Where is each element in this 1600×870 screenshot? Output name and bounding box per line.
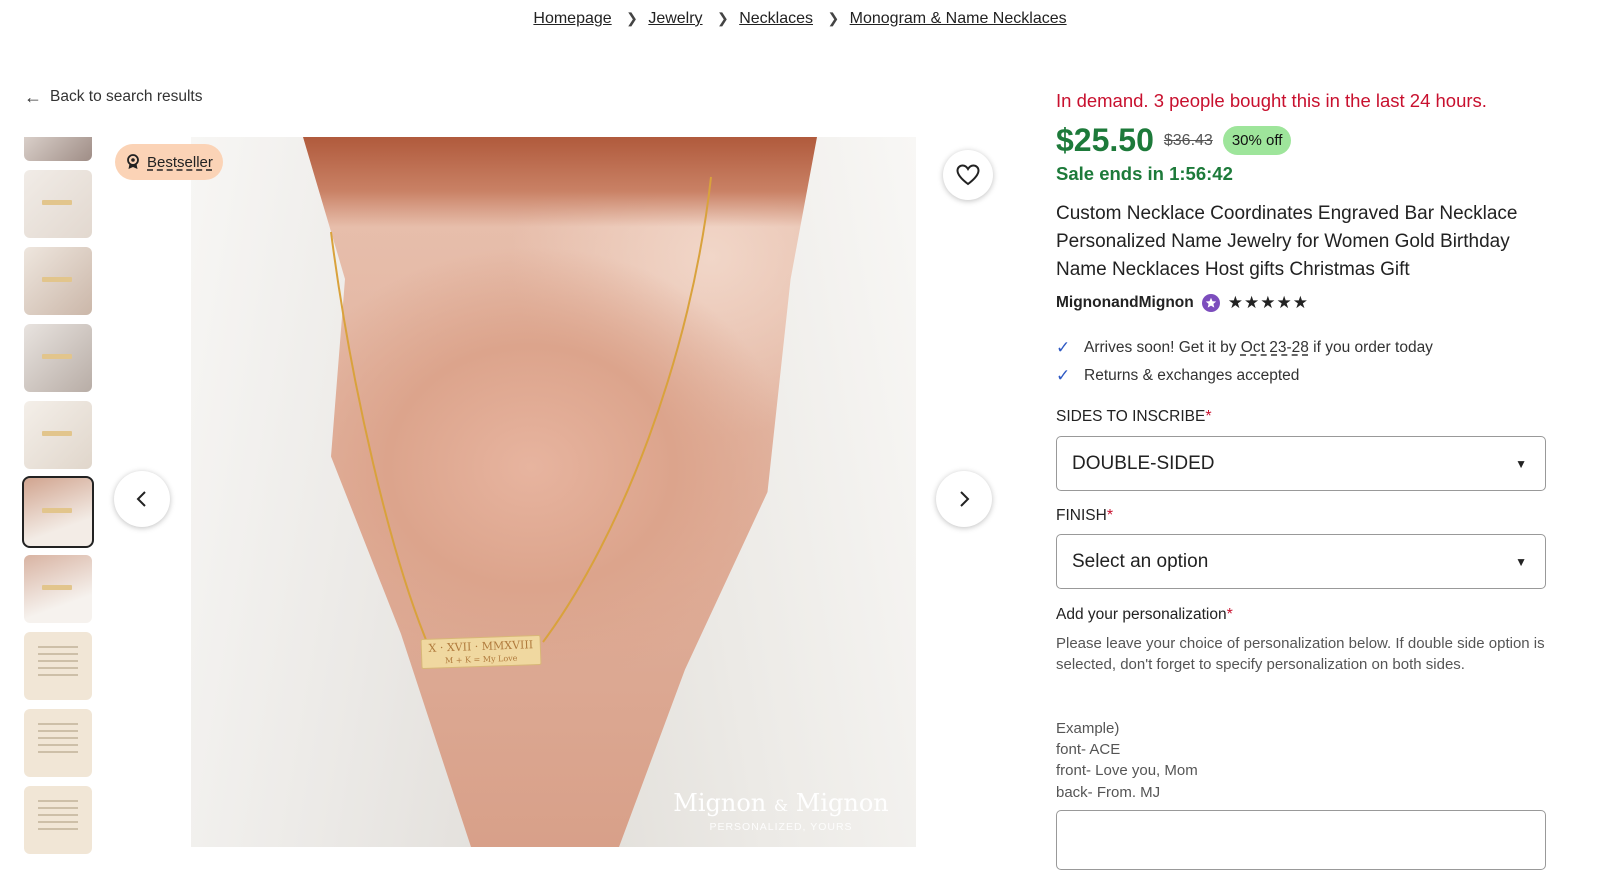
caret-down-icon: ▼ (1515, 554, 1527, 569)
next-image-button[interactable] (936, 471, 992, 527)
thumbnail-5[interactable] (24, 401, 92, 469)
back-to-search-link[interactable]: ← Back to search results (24, 88, 202, 106)
required-mark: * (1226, 606, 1233, 623)
personalization-help: Please leave your choice of personalizat… (1056, 635, 1545, 674)
breadcrumb-homepage[interactable]: Homepage (533, 10, 611, 27)
arrow-left-icon: ← (24, 87, 42, 107)
finish-selected-value: Select an option (1072, 550, 1209, 572)
bestseller-badge[interactable]: Bestseller (115, 144, 223, 180)
watermark-brand-right: Mignon (795, 789, 889, 817)
brand-watermark: Mignon & Mignon PERSONALIZED, YOURS (631, 789, 916, 833)
chevron-left-icon (136, 491, 146, 507)
thumbnail-10[interactable] (24, 786, 92, 854)
sides-label: SIDES TO INSCRIBE* (1056, 408, 1212, 426)
example-line: back- From. MJ (1056, 783, 1161, 801)
watermark-amp: & (773, 796, 789, 815)
finish-select[interactable]: Select an option ▼ (1056, 534, 1546, 589)
arrival-info: ✓ Arrives soon! Get it by Oct 23-28 if y… (1056, 338, 1433, 358)
heart-icon (956, 164, 980, 186)
returns-info: ✓ Returns & exchanges accepted (1056, 366, 1299, 386)
thumbnail-3[interactable] (24, 247, 92, 315)
star-seller-icon (1201, 294, 1220, 312)
price-row: $25.50 $36.43 30% off (1056, 122, 1292, 159)
sides-select[interactable]: DOUBLE-SIDED ▼ (1056, 436, 1546, 491)
required-mark: * (1106, 507, 1114, 524)
award-icon (127, 154, 139, 169)
demand-notice: In demand. 3 people bought this in the l… (1056, 90, 1487, 111)
arrives-suffix: if you order today (1313, 339, 1433, 356)
thumbnail-1[interactable] (24, 137, 92, 161)
discount-badge: 30% off (1222, 126, 1292, 155)
breadcrumb-jewelry[interactable]: Jewelry (648, 10, 702, 27)
breadcrumb-necklaces[interactable]: Necklaces (739, 10, 813, 27)
thumbnail-7[interactable] (24, 555, 92, 623)
arrival-date[interactable]: Oct 23-28 (1241, 339, 1309, 356)
personalization-label: Add your personalization* (1056, 606, 1233, 624)
necklace-chain (330, 176, 712, 648)
check-icon: ✓ (1056, 366, 1071, 385)
watermark-brand-left: Mignon (673, 789, 767, 817)
sides-label-text: SIDES TO INSCRIBE (1056, 408, 1206, 425)
chevron-right-icon (960, 491, 970, 507)
thumbnail-6-selected[interactable] (22, 476, 94, 548)
sides-selected-value: DOUBLE-SIDED (1072, 452, 1215, 474)
example-line: Example) (1056, 720, 1120, 737)
necklace-pendant: X · XVII · MMXVIII M + K = My Love (420, 634, 542, 670)
example-line: front- Love you, Mom (1056, 762, 1198, 780)
finish-label-text: FINISH (1056, 507, 1107, 524)
main-product-image[interactable]: X · XVII · MMXVIII M + K = My Love Migno… (191, 137, 916, 847)
finish-label: FINISH* (1056, 507, 1113, 525)
product-title: Custom Necklace Coordinates Engraved Bar… (1056, 203, 1518, 280)
chevron-right-icon: ❯ (626, 10, 638, 26)
thumbnail-strip (22, 137, 94, 863)
thumbnail-9[interactable] (24, 709, 92, 777)
breadcrumb-monogram-name-necklaces[interactable]: Monogram & Name Necklaces (850, 10, 1067, 27)
arrives-prefix: Arrives soon! Get it by (1084, 339, 1237, 356)
personalization-example: Example) font- ACE front- Love you, Mom … (1056, 718, 1198, 803)
shop-row: MignonandMignon ★★★★★ (1056, 293, 1309, 313)
caret-down-icon: ▼ (1515, 456, 1527, 471)
returns-text: Returns & exchanges accepted (1084, 367, 1300, 384)
current-price: $25.50 (1056, 122, 1154, 158)
personalization-input[interactable] (1056, 810, 1546, 870)
bestseller-label: Bestseller (147, 153, 213, 171)
rating-stars[interactable]: ★★★★★ (1228, 293, 1309, 313)
check-icon: ✓ (1056, 338, 1071, 357)
sale-countdown: Sale ends in 1:56:42 (1056, 163, 1233, 184)
thumbnail-8[interactable] (24, 632, 92, 700)
favorite-button[interactable] (943, 150, 993, 200)
back-link-label: Back to search results (50, 88, 203, 105)
watermark-tagline: PERSONALIZED, YOURS (709, 821, 853, 833)
thumbnail-2[interactable] (24, 170, 92, 238)
personalization-label-text: Add your personalization (1056, 606, 1227, 623)
required-mark: * (1205, 408, 1212, 425)
thumbnail-4[interactable] (24, 324, 92, 392)
breadcrumb: Homepage ❯ Jewelry ❯ Necklaces ❯ Monogra… (0, 10, 1600, 28)
chevron-right-icon: ❯ (827, 10, 840, 26)
shop-name-link[interactable]: MignonandMignon (1056, 294, 1194, 312)
chevron-right-icon: ❯ (717, 10, 729, 26)
example-line: font- ACE (1056, 741, 1121, 759)
original-price: $36.43 (1163, 131, 1213, 149)
previous-image-button[interactable] (114, 471, 170, 527)
